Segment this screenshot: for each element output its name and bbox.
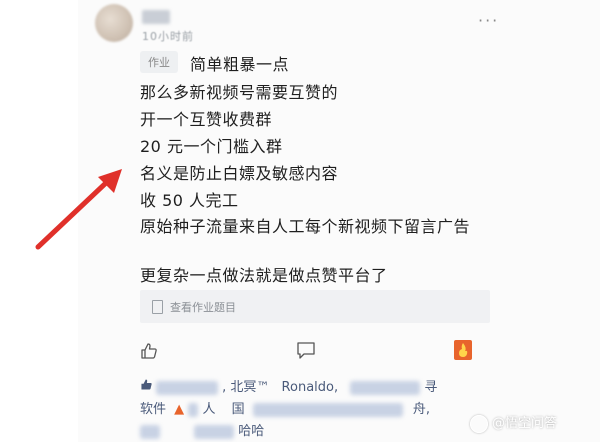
avatar[interactable]	[95, 4, 133, 42]
liker-name[interactable]: 国	[232, 402, 245, 417]
liker-name-blurred[interactable]	[156, 380, 218, 395]
post-time: 10小时前	[142, 30, 194, 43]
likes-row-3: 哈哈	[140, 420, 264, 439]
liker-name[interactable]: 哈哈	[238, 424, 264, 439]
post-line: 更复杂一点做法就是做点赞平台了	[140, 266, 388, 285]
flame-glyph-icon	[459, 343, 468, 357]
post-line: 20 元一个门槛入群	[140, 137, 283, 156]
liker-name[interactable]: 软件	[140, 402, 166, 417]
username-blurred[interactable]	[142, 10, 170, 24]
post-line: 名义是防止白嫖及敏感内容	[140, 164, 339, 183]
liker-name-blurred[interactable]	[252, 402, 403, 417]
post-line: 那么多新视频号需要互赞的	[140, 83, 339, 102]
more-options-icon[interactable]: ···	[478, 11, 499, 30]
liker-name[interactable]: 舟,	[413, 402, 430, 417]
liker-name[interactable]: 人	[202, 402, 215, 417]
liker-name-blurred[interactable]	[194, 424, 235, 439]
document-icon	[152, 300, 163, 314]
liker-name-blurred[interactable]	[350, 380, 421, 395]
watermark: @悟空问答	[470, 412, 557, 433]
wukong-logo-icon	[470, 414, 488, 433]
assignment-tag: 作业	[140, 51, 178, 73]
liker-name-blurred[interactable]	[188, 402, 199, 417]
liker-name[interactable]: , 北冥™	[222, 380, 269, 395]
liker-name[interactable]: 寻	[424, 380, 437, 395]
like-icon[interactable]	[140, 342, 158, 360]
view-assignment-label: 查看作业题目	[170, 301, 236, 314]
likes-thumb-icon	[141, 379, 152, 390]
liker-name-blurred[interactable]	[140, 424, 160, 439]
fire-emoji-icon: ▲	[174, 402, 185, 417]
liker-name[interactable]: Ronaldo,	[282, 380, 339, 395]
post-line: 收 50 人完工	[140, 191, 239, 210]
post-title: 简单粗暴一点	[190, 55, 290, 74]
likes-row-1: , 北冥™ Ronaldo, 寻	[156, 376, 437, 395]
likes-row-2: 软件 ▲ 人 国 舟,	[140, 398, 430, 417]
comment-icon[interactable]	[296, 341, 316, 360]
view-assignment-button[interactable]: 查看作业题目	[140, 290, 490, 323]
flame-icon[interactable]	[454, 340, 472, 360]
watermark-text: @悟空问答	[492, 416, 558, 431]
red-arrow-annotation	[35, 169, 122, 250]
post-line: 原始种子流量来自人工每个新视频下留言广告	[140, 217, 471, 236]
post-line: 开一个互赞收费群	[140, 110, 273, 129]
